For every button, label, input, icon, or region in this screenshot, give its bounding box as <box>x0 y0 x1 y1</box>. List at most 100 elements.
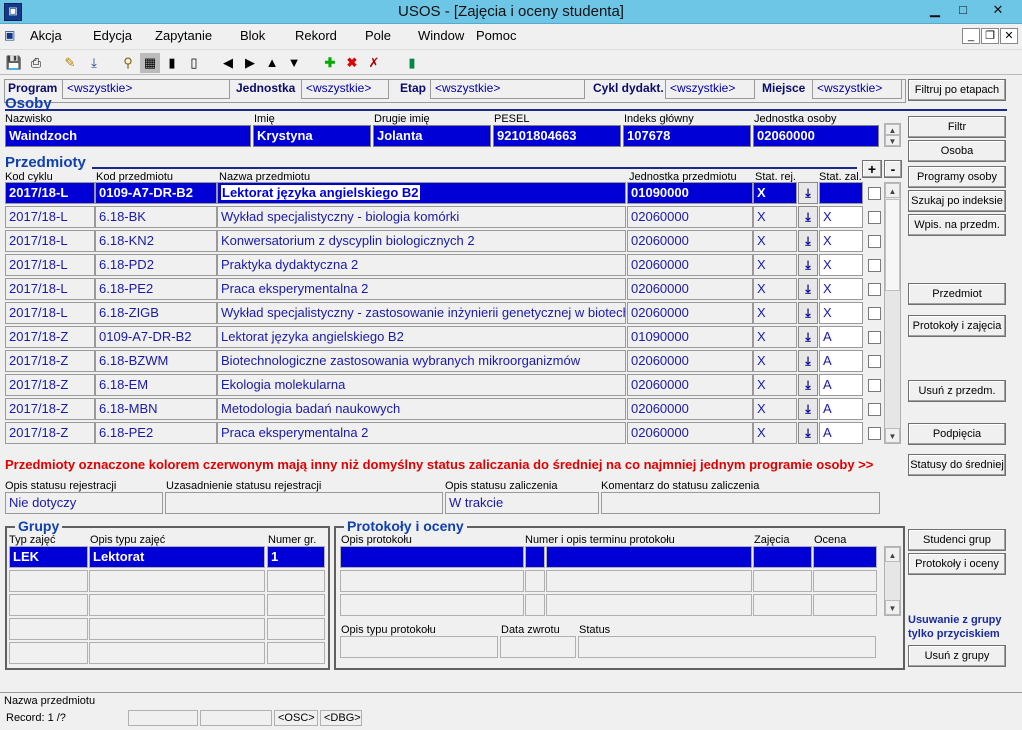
przedmiot-button[interactable]: Przedmiot <box>908 283 1006 305</box>
zajecia-cell[interactable] <box>753 570 812 592</box>
data-zwrotu-field[interactable] <box>500 636 576 658</box>
numer-cell[interactable] <box>525 546 545 568</box>
opis-typu-protokolu-field[interactable] <box>340 636 498 658</box>
przedmioty-scrollbar[interactable]: ▲ ▼ <box>884 182 901 444</box>
zajecia-cell[interactable] <box>753 594 812 616</box>
exit-icon[interactable]: ▮ <box>402 53 422 73</box>
termin-cell[interactable] <box>546 594 752 616</box>
ocena-cell[interactable] <box>813 594 877 616</box>
kod-przedmiotu-cell[interactable]: 6.18-EM <box>95 374 217 396</box>
mdi-close-icon[interactable]: ✕ <box>1000 28 1018 44</box>
lov-arrow-icon[interactable]: ⤓ <box>798 278 818 300</box>
kod-przedmiotu-cell[interactable]: 6.18-KN2 <box>95 230 217 252</box>
opis-typu-zajec-cell[interactable]: Lektorat <box>89 546 265 568</box>
komentarz-field[interactable] <box>601 492 880 514</box>
lov-arrow-icon[interactable]: ⤓ <box>798 374 818 396</box>
scroll-thumb[interactable] <box>885 199 900 291</box>
jednostka-przedmiotu-cell[interactable]: 02060000 <box>627 206 753 228</box>
menu-pole[interactable]: Pole <box>365 28 391 43</box>
maximize-icon[interactable]: □ <box>950 0 976 20</box>
stat-rej-cell[interactable]: X <box>753 398 797 420</box>
drugie-imie-field[interactable]: Jolanta <box>373 125 491 147</box>
jednostka-przedmiotu-cell[interactable]: 02060000 <box>627 398 753 420</box>
menu-rekord[interactable]: Rekord <box>295 28 337 43</box>
save-icon[interactable]: 💾 <box>4 53 24 73</box>
mdi-restore-icon[interactable]: ❐ <box>981 28 999 44</box>
kod-przedmiotu-cell[interactable]: 6.18-MBN <box>95 398 217 420</box>
numer-gr-cell[interactable] <box>267 570 325 592</box>
osoba-button[interactable]: Osoba <box>908 140 1006 162</box>
nazwa-przedmiotu-cell[interactable]: Wykład specjalistyczny - zastosowanie in… <box>217 302 626 324</box>
programy-osoby-button[interactable]: Programy osoby <box>908 166 1006 188</box>
prev-icon[interactable]: ◀ <box>218 53 238 73</box>
kod-przedmiotu-cell[interactable]: 0109-A7-DR-B2 <box>95 326 217 348</box>
jednostka-przedmiotu-cell[interactable]: 01090000 <box>627 326 753 348</box>
kod-cyklu-cell[interactable]: 2017/18-Z <box>5 374 95 396</box>
row-checkbox[interactable] <box>868 283 881 296</box>
filtr-button[interactable]: Filtr <box>908 116 1006 138</box>
query-icon[interactable]: ⚲ <box>118 53 138 73</box>
usun-z-grupy-button[interactable]: Usuń z grupy <box>908 645 1006 667</box>
stat-zal-cell[interactable]: A <box>819 326 863 348</box>
typ-zajec-cell[interactable] <box>9 570 88 592</box>
kod-cyklu-cell[interactable]: 2017/18-Z <box>5 398 95 420</box>
row-checkbox[interactable] <box>868 355 881 368</box>
stat-rej-cell[interactable]: X <box>753 206 797 228</box>
row-checkbox[interactable] <box>868 307 881 320</box>
execute-query-icon[interactable]: ▦ <box>140 53 160 73</box>
nazwa-przedmiotu-cell[interactable]: Lektorat języka angielskiego B2 <box>217 182 626 204</box>
indeks-field[interactable]: 107678 <box>623 125 751 147</box>
nazwa-przedmiotu-cell[interactable]: Biotechnologiczne zastosowania wybranych… <box>217 350 626 372</box>
kod-cyklu-cell[interactable]: 2017/18-L <box>5 278 95 300</box>
kod-cyklu-cell[interactable]: 2017/18-Z <box>5 422 95 444</box>
jednostka-przedmiotu-cell[interactable]: 02060000 <box>627 302 753 324</box>
kod-przedmiotu-cell[interactable]: 6.18-PE2 <box>95 422 217 444</box>
protokoly-i-zajecia-button[interactable]: Protokoły i zajęcia <box>908 315 1006 337</box>
stat-zal-cell[interactable]: X <box>819 302 863 324</box>
stat-rej-cell[interactable]: X <box>753 230 797 252</box>
stat-rej-cell[interactable]: X <box>753 350 797 372</box>
stat-zal-cell[interactable]: X <box>819 206 863 228</box>
opis-protokolu-cell[interactable] <box>340 546 524 568</box>
row-checkbox[interactable] <box>868 331 881 344</box>
row-checkbox[interactable] <box>868 187 881 200</box>
kod-cyklu-cell[interactable]: 2017/18-L <box>5 302 95 324</box>
jednostka-przedmiotu-cell[interactable]: 02060000 <box>627 422 753 444</box>
wpis-na-przedm-button[interactable]: Wpis. na przedm. <box>908 214 1006 236</box>
osoby-scrollbar[interactable]: ▲ ▼ <box>884 123 901 147</box>
delete-record-icon[interactable]: ✖ <box>342 53 362 73</box>
cykl-filter[interactable]: <wszystkie> <box>665 79 755 99</box>
minimize-icon[interactable]: ▁ <box>922 0 948 20</box>
menu-edycja[interactable]: Edycja <box>93 28 132 43</box>
menu-window[interactable]: Window <box>418 28 464 43</box>
opis-protokolu-cell[interactable] <box>340 594 524 616</box>
stat-rej-cell[interactable]: X <box>753 302 797 324</box>
opis-statusu-zal-field[interactable]: W trakcie <box>445 492 599 514</box>
opis-typu-zajec-cell[interactable] <box>89 594 265 616</box>
jednostka-filter[interactable]: <wszystkie> <box>301 79 389 99</box>
bar-chart-icon[interactable]: ▮ <box>162 53 182 73</box>
nazwa-przedmiotu-cell[interactable]: Konwersatorium z dyscyplin biologicznych… <box>217 230 626 252</box>
uzasadnienie-field[interactable] <box>165 492 443 514</box>
expand-plus-button[interactable]: + <box>862 160 882 178</box>
row-checkbox[interactable] <box>868 211 881 224</box>
stat-zal-cell[interactable]: A <box>819 422 863 444</box>
mdi-minimize-icon[interactable]: _ <box>962 28 980 44</box>
stat-rej-cell[interactable]: X <box>753 374 797 396</box>
numer-gr-cell[interactable] <box>267 642 325 664</box>
stat-rej-cell[interactable]: X <box>753 326 797 348</box>
kod-cyklu-cell[interactable]: 2017/18-L <box>5 182 95 204</box>
kod-cyklu-cell[interactable]: 2017/18-L <box>5 206 95 228</box>
down-icon[interactable]: ▼ <box>284 53 304 73</box>
row-checkbox[interactable] <box>868 379 881 392</box>
close-icon[interactable]: ✕ <box>976 0 1020 20</box>
kod-cyklu-cell[interactable]: 2017/18-L <box>5 254 95 276</box>
clear-icon[interactable]: ✗ <box>364 53 384 73</box>
jednostka-przedmiotu-cell[interactable]: 02060000 <box>627 254 753 276</box>
numer-gr-cell[interactable]: 1 <box>267 546 325 568</box>
nazwisko-field[interactable]: Waindzoch <box>5 125 251 147</box>
szukaj-po-indeksie-button[interactable]: Szukaj po indeksie <box>908 190 1006 212</box>
scroll-up-icon[interactable]: ▲ <box>885 183 900 198</box>
stat-zal-cell[interactable]: X <box>819 230 863 252</box>
typ-zajec-cell[interactable] <box>9 618 88 640</box>
